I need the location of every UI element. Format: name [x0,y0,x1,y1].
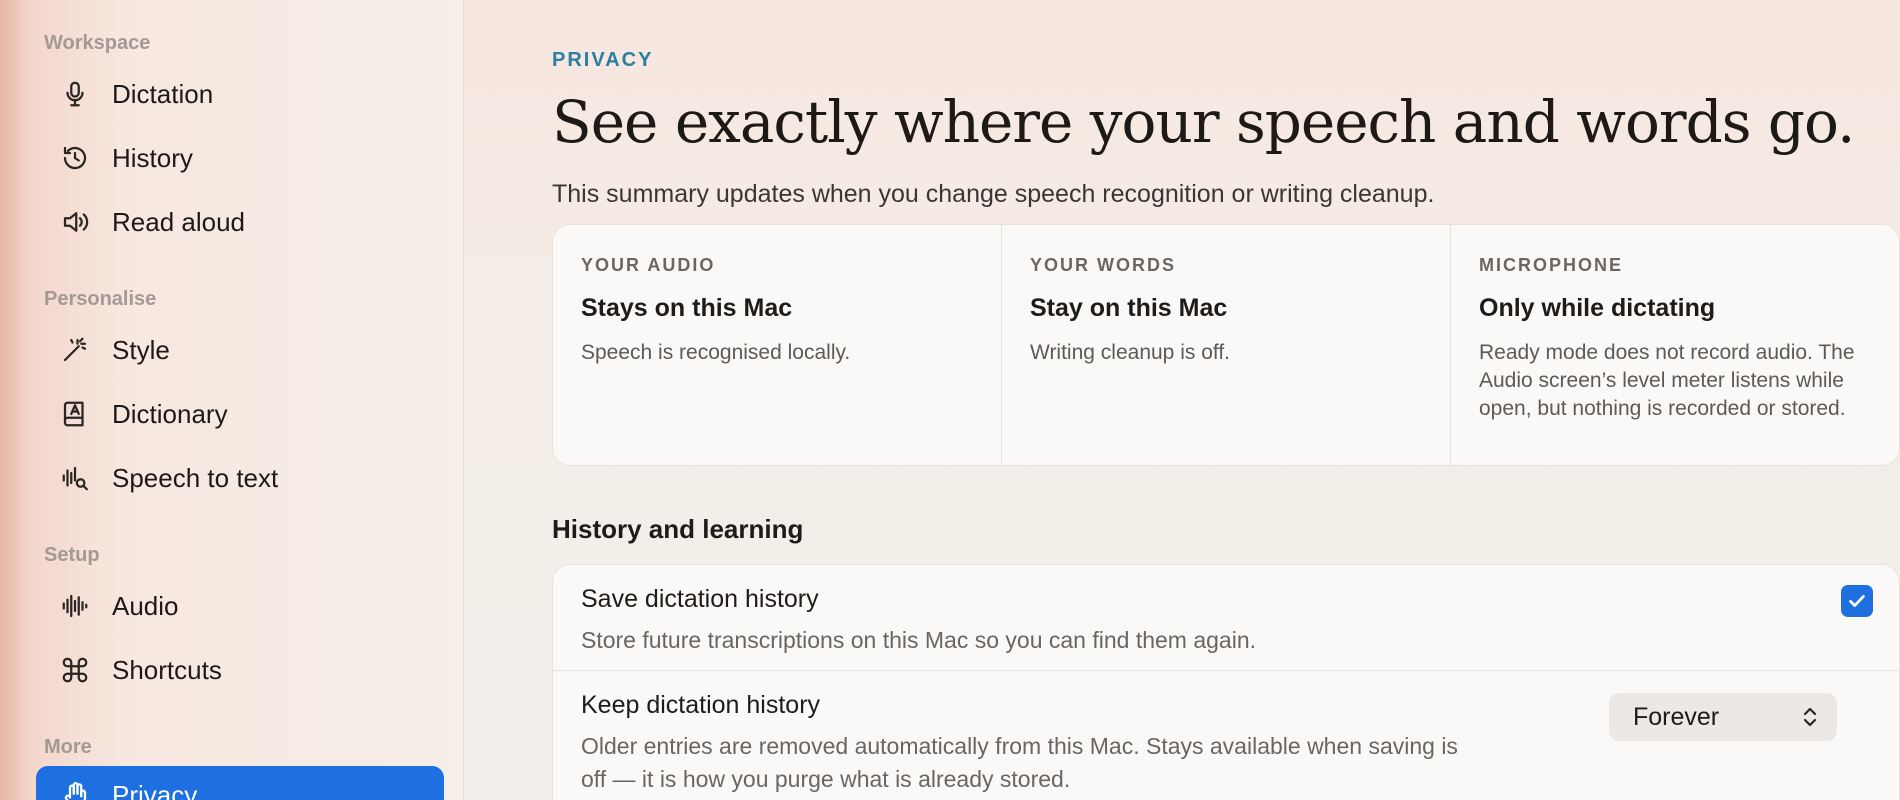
summary-microphone: MICROPHONE Only while dictating Ready mo… [1451,225,1899,465]
keep-history-select[interactable]: Forever [1609,693,1837,741]
sidebar-item-dictation[interactable]: Dictation [36,65,444,123]
setting-save-history: Save dictation history Store future tran… [553,565,1899,671]
sidebar-item-label: Style [112,334,170,365]
summary-kicker: YOUR WORDS [1030,255,1176,275]
section-label-more: More [44,736,92,758]
chevron-up-down-icon [1803,707,1817,727]
privacy-summary-card: YOUR AUDIO Stays on this Mac Speech is r… [552,224,1900,466]
summary-words: YOUR WORDS Stay on this Mac Writing clea… [1002,225,1451,465]
section-label-personalise: Personalise [44,288,157,310]
section-label-workspace: Workspace [44,32,151,54]
sidebar-item-dictionary[interactable]: Dictionary [36,385,444,443]
summary-desc: Writing cleanup is off. [1030,341,1230,364]
sidebar-item-privacy[interactable]: Privacy [36,766,444,800]
save-history-checkbox[interactable] [1841,585,1873,617]
sidebar-item-label: Audio [112,590,179,621]
select-value: Forever [1633,702,1720,731]
sidebar-item-label: Privacy [112,779,198,800]
sidebar-item-speech-to-text[interactable]: Speech to text [36,449,444,507]
history-icon [58,141,92,175]
sidebar-item-label: History [112,142,193,173]
sidebar-item-audio[interactable]: Audio [36,577,444,635]
sidebar-item-history[interactable]: History [36,129,444,187]
summary-audio: YOUR AUDIO Stays on this Mac Speech is r… [553,225,1002,465]
sidebar-item-style[interactable]: Style [36,321,444,379]
page-subtitle: This summary updates when you change spe… [552,180,1435,208]
hand-icon [58,778,92,800]
sidebar-item-label: Read aloud [112,206,245,237]
summary-desc: Ready mode does not record audio. The Au… [1479,341,1855,420]
summary-title: Stays on this Mac [581,294,793,322]
summary-kicker: MICROPHONE [1479,255,1624,275]
sidebar-item-label: Dictionary [112,398,228,429]
sidebar-item-label: Shortcuts [112,654,222,685]
summary-title: Stay on this Mac [1030,294,1228,322]
summary-title: Only while dictating [1479,294,1716,322]
page-title: See exactly where your speech and words … [552,88,1855,156]
setting-desc: Older entries are removed automatically … [581,733,1458,792]
speaker-icon [58,205,92,239]
sidebar-item-label: Speech to text [112,462,279,493]
checkmark-icon [1849,595,1865,607]
waveform-icon [58,589,92,623]
setting-keep-history: Keep dictation history Older entries are… [553,671,1899,800]
command-icon [58,653,92,687]
summary-kicker: YOUR AUDIO [581,255,716,275]
magic-wand-icon [58,333,92,367]
page-eyebrow: PRIVACY [552,49,654,71]
main-content: PRIVACY See exactly where your speech an… [552,0,1900,800]
section-heading-history: History and learning [552,514,804,544]
setting-desc: Store future transcriptions on this Mac … [581,627,1257,653]
dictionary-icon [58,397,92,431]
sidebar-item-shortcuts[interactable]: Shortcuts [36,641,444,699]
section-label-setup: Setup [44,544,100,566]
sidebar-item-label: Dictation [112,78,214,109]
history-settings-card: Save dictation history Store future tran… [552,564,1900,800]
microphone-icon [58,77,92,111]
setting-title: Save dictation history [581,585,819,613]
sidebar-item-read-aloud[interactable]: Read aloud [36,193,444,251]
summary-desc: Speech is recognised locally. [581,341,851,364]
sidebar: Workspace Dictation History Read aloud P… [0,0,464,800]
waveform-search-icon [58,461,92,495]
